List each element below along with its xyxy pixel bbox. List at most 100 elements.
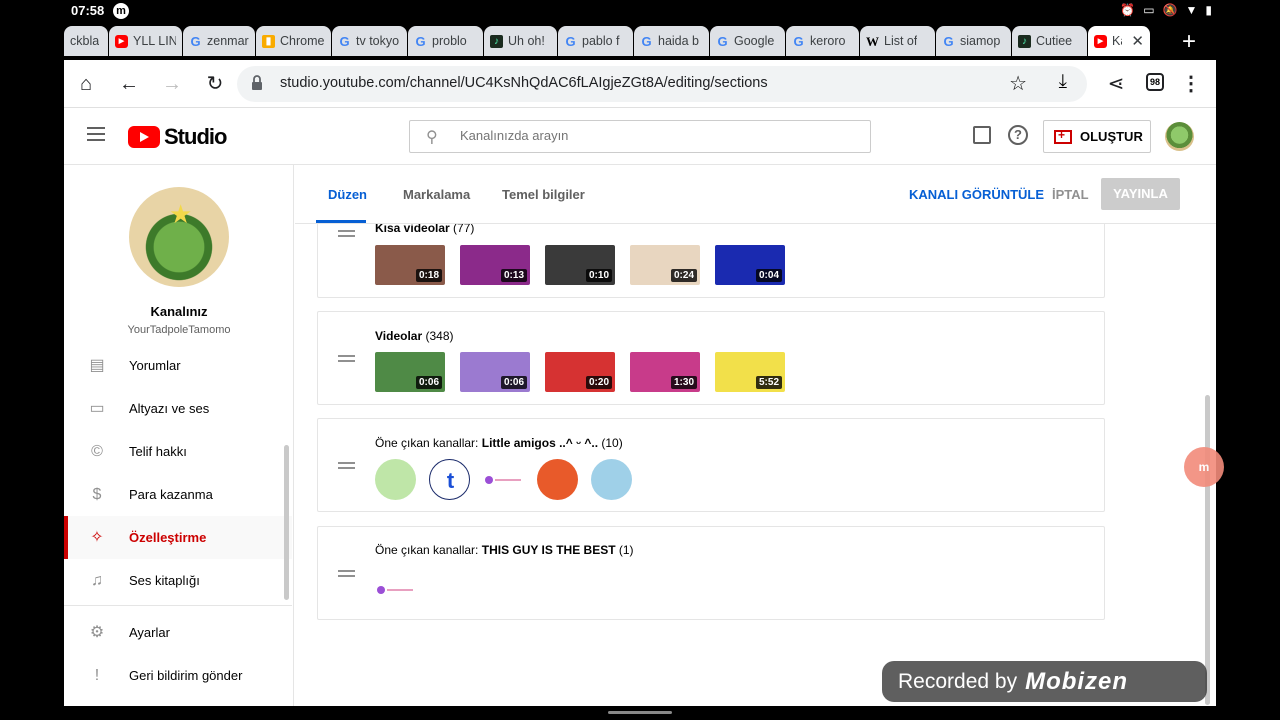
browser-tab-label: siamop — [960, 34, 1001, 48]
messages-icon[interactable] — [973, 126, 991, 144]
video-thumbnail[interactable]: 0:06 — [460, 352, 530, 392]
sidebar-item-subtitles[interactable]: ▭ Altyazı ve ses — [64, 387, 292, 430]
browser-tab[interactable]: ♪ Cutiee — [1012, 26, 1087, 56]
browser-tab-label: Chrome — [280, 34, 325, 48]
back-icon[interactable]: ← — [117, 72, 141, 96]
video-thumbnail[interactable]: 0:10 — [545, 245, 615, 285]
browser-tab[interactable]: Gsiamop — [936, 26, 1011, 56]
new-tab-button[interactable]: + — [1174, 28, 1204, 56]
menu-dots-icon[interactable]: ⋮ — [1179, 72, 1203, 96]
sidebar-item-dollar[interactable]: $ Para kazanma — [64, 473, 292, 516]
browser-tab-label: problo — [432, 34, 467, 48]
publish-button[interactable]: YAYINLA — [1101, 178, 1180, 210]
video-thumbnail[interactable]: 0:13 — [460, 245, 530, 285]
layout-section[interactable]: Öne çıkan kanallar: Little amigos ..^ ᵕ … — [317, 418, 1105, 512]
browser-tab[interactable]: G Google — [710, 26, 785, 56]
browser-tab[interactable]: Ghaida b — [634, 26, 709, 56]
layout-section[interactable]: Öne çıkan kanallar: THIS GUY IS THE BEST… — [317, 526, 1105, 620]
tab-basic-info[interactable]: Temel bilgiler — [502, 187, 585, 202]
sidebar-item-feedback[interactable]: ! Geri bildirim gönder — [64, 654, 292, 697]
wifi-icon: ▼ — [1185, 3, 1198, 17]
tab-branding[interactable]: Markalama — [403, 187, 470, 202]
sidebar-item-label: Altyazı ve ses — [129, 401, 210, 416]
browser-tab[interactable]: ckbla — [64, 26, 108, 56]
browser-tab[interactable]: ▮ Chrome — [256, 26, 331, 56]
address-bar[interactable]: studio.youtube.com/channel/UC4KsNhQdAC6f… — [237, 66, 1087, 102]
view-channel-button[interactable]: KANALI GÖRÜNTÜLE — [909, 180, 1044, 210]
channel-label: Kanalınız — [150, 304, 208, 319]
address-url[interactable]: studio.youtube.com/channel/UC4KsNhQdAC6f… — [280, 75, 768, 91]
layout-section[interactable]: Videolar (348) 0:06 0:06 0:20 1:30 5:52 — [317, 311, 1105, 405]
cast-icon: ▭ — [1143, 3, 1155, 17]
cancel-button[interactable]: İPTAL — [1052, 180, 1089, 210]
sidebar-item-copyright[interactable]: © Telif hakkı — [64, 430, 292, 473]
hamburger-menu-icon[interactable] — [87, 127, 105, 141]
browser-tab[interactable]: Gtv tokyo — [332, 26, 407, 56]
section-count: (10) — [601, 436, 623, 450]
drag-handle-icon[interactable] — [338, 570, 355, 580]
browser-tab-label: tv tokyo — [356, 34, 400, 48]
google-icon: G — [717, 33, 728, 49]
channel-search-input[interactable] — [460, 128, 840, 143]
browser-tab[interactable]: ▶ Kan ✕ — [1088, 26, 1150, 56]
section-title: Öne çıkan kanallar: Little amigos ..^ ᵕ … — [375, 436, 623, 450]
main-scrollbar[interactable] — [1205, 395, 1210, 705]
browser-tab[interactable]: Gpablo f — [558, 26, 633, 56]
featured-channel-avatar[interactable] — [483, 459, 524, 500]
browser-tab[interactable]: ▶ YLL LIN — [109, 26, 182, 56]
sidebar-item-audio-library[interactable]: ♫ Ses kitaplığı — [64, 559, 292, 602]
video-thumbnail[interactable]: 0:24 — [630, 245, 700, 285]
video-thumbnail[interactable]: 0:18 — [375, 245, 445, 285]
featured-channel-avatar[interactable]: t — [429, 459, 470, 500]
account-avatar[interactable] — [1165, 122, 1194, 151]
channel-search-box[interactable]: ⚲ — [409, 120, 871, 153]
video-thumbnail[interactable]: 0:04 — [715, 245, 785, 285]
gesture-nav-bar[interactable] — [608, 711, 672, 714]
browser-tab[interactable]: Gkeroro — [786, 26, 859, 56]
video-thumbnail[interactable]: 1:30 — [630, 352, 700, 392]
sidebar-item-magic-wand[interactable]: ✧ Özelleştirme — [64, 516, 292, 559]
video-thumbnail[interactable]: 0:20 — [545, 352, 615, 392]
video-thumbnail[interactable]: 5:52 — [715, 352, 785, 392]
status-time: 07:58 — [71, 3, 105, 18]
share-icon[interactable]: ⋖ — [1104, 72, 1128, 96]
channel-avatar[interactable]: ★ — [129, 187, 229, 287]
youtube-icon: ▶ — [1094, 34, 1107, 48]
browser-tab[interactable]: Gzenmar — [183, 26, 255, 56]
featured-channel-avatar[interactable] — [537, 459, 578, 500]
featured-channel-avatar[interactable] — [375, 459, 416, 500]
tab-layout[interactable]: Düzen — [328, 187, 367, 202]
reload-icon[interactable]: ↻ — [203, 72, 227, 96]
browser-tab[interactable]: W List of — [860, 26, 935, 56]
channel-avatar-glyph: t — [446, 468, 455, 493]
section-title-prefix: Öne çıkan kanallar: — [375, 436, 482, 450]
browser-tab[interactable]: Gproblo — [408, 26, 483, 56]
home-icon[interactable]: ⌂ — [74, 72, 98, 96]
drag-handle-icon[interactable] — [338, 355, 355, 365]
sidebar-item-comment[interactable]: ▤ Yorumlar — [64, 344, 292, 387]
browser-tab[interactable]: ♪ Uh oh! — [484, 26, 557, 56]
create-button-label: OLUŞTUR — [1080, 129, 1143, 144]
help-icon[interactable]: ? — [1008, 125, 1028, 145]
mobizen-floating-button[interactable]: m — [1184, 447, 1224, 487]
download-icon[interactable]: ⤓ — [1059, 71, 1067, 93]
sidebar-scrollbar[interactable] — [284, 445, 289, 600]
drag-handle-icon[interactable] — [338, 462, 355, 472]
comment-icon: ▤ — [89, 356, 105, 374]
featured-channel-avatar[interactable] — [375, 569, 416, 610]
browser-tab-label: YLL LIN — [133, 34, 176, 48]
featured-channel-avatar[interactable] — [591, 459, 632, 500]
studio-logo[interactable]: Studio — [128, 124, 227, 150]
forward-icon[interactable]: → — [160, 72, 184, 96]
star-icon: ★ — [169, 199, 193, 229]
drag-handle-icon[interactable] — [338, 230, 355, 240]
video-thumbnail[interactable]: 0:06 — [375, 352, 445, 392]
bookmark-star-icon[interactable]: ☆ — [1009, 71, 1027, 96]
close-tab-icon[interactable]: ✕ — [1131, 32, 1144, 50]
section-title: Videolar (348) — [375, 329, 454, 343]
sidebar-item-settings[interactable]: ⚙ Ayarlar — [64, 611, 292, 654]
create-button[interactable]: OLUŞTUR — [1043, 120, 1151, 153]
browser-tab-label: List of — [884, 34, 918, 48]
status-icons: ⏰ ▭ 🔕 ▼ ▮ — [1120, 3, 1212, 17]
tab-count-button[interactable]: 98 — [1146, 73, 1164, 91]
